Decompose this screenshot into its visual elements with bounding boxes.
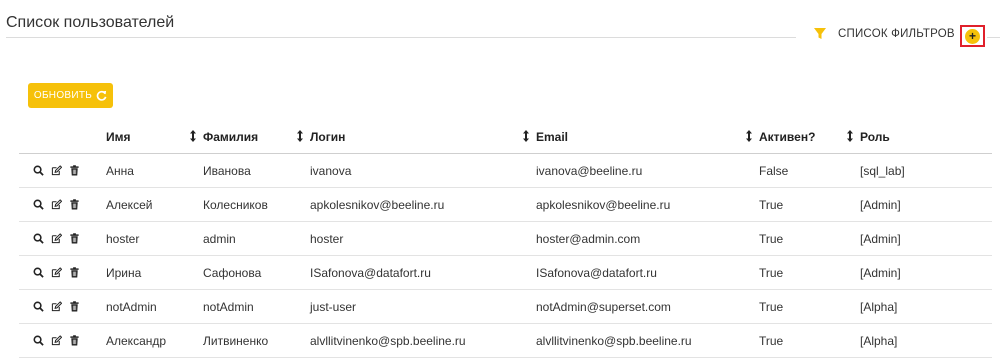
cell-last-name: admin [203,221,310,256]
view-icon[interactable] [29,233,47,244]
cell-login: apkolesnikov@beeline.ru [310,187,536,222]
delete-icon[interactable] [65,301,83,312]
cell-first-name: Ирина [106,255,203,290]
delete-icon[interactable] [65,267,83,278]
plus-icon: + [965,28,980,44]
cell-active: False [759,153,860,188]
delete-icon[interactable] [65,335,83,346]
cell-active: True [759,255,860,290]
cell-role: [Alpha] [860,289,992,324]
table-row: Александр Литвиненко alvllitvinenko@spb.be… [19,323,992,358]
cell-email: ISafonova@datafort.ru [536,255,759,290]
table-row: notAdmin notAdmin just-user notAdmin@supers… [19,289,992,324]
cell-first-name: hoster [106,221,203,256]
cell-last-name: Колесников [203,187,310,222]
cell-role: [sql_lab] [860,153,992,188]
column-header-role: Роль [860,120,992,154]
sort-icon[interactable] [296,130,304,142]
filter-list-button[interactable]: СПИСОК ФИЛЬТРОВ [814,28,955,40]
table-row: Ирина Сафонова ISafonova@datafort.ru ISafon… [19,255,992,290]
cell-role: [Admin] [860,255,992,290]
cell-role: [Alpha] [860,323,992,358]
delete-icon[interactable] [65,199,83,210]
cell-active: True [759,187,860,222]
cell-email: apkolesnikov@beeline.ru [536,187,759,222]
cell-role: [Admin] [860,221,992,256]
users-table: Имя Фамилия Логин Email Активен? Роль Ан… [19,120,992,358]
delete-icon[interactable] [65,233,83,244]
sort-icon[interactable] [846,130,854,142]
view-icon[interactable] [29,199,47,210]
column-header-label: Email [536,129,569,144]
table-header-row: Имя Фамилия Логин Email Активен? Роль [19,120,992,154]
cell-login: hoster [310,221,536,256]
delete-icon[interactable] [65,165,83,176]
table-row: Анна Иванова ivanova ivanova@beeline.ru Fals… [19,153,992,188]
cell-active: True [759,221,860,256]
row-actions [19,289,106,324]
refresh-icon [96,90,107,101]
table-row: Алексей Колесников apkolesnikov@beeline.ru… [19,187,992,222]
cell-last-name: Сафонова [203,255,310,290]
cell-first-name: Александр [106,323,203,358]
view-icon[interactable] [29,165,47,176]
edit-icon[interactable] [47,301,65,312]
column-header-label: Фамилия [203,129,259,144]
row-actions [19,255,106,290]
sort-icon[interactable] [522,130,530,142]
cell-login: just-user [310,289,536,324]
filter-list-label: СПИСОК ФИЛЬТРОВ [838,28,955,40]
cell-last-name: notAdmin [203,289,310,324]
cell-role: [Admin] [860,187,992,222]
edit-icon[interactable] [47,199,65,210]
cell-email: ivanova@beeline.ru [536,153,759,188]
edit-icon[interactable] [47,267,65,278]
table-row: hoster admin hoster hoster@admin.com True [Ad… [19,221,992,256]
cell-email: notAdmin@superset.com [536,289,759,324]
header-divider-right [987,37,1000,38]
cell-login: ivanova [310,153,536,188]
actions-header [19,120,106,154]
filter-icon [814,28,826,39]
edit-icon[interactable] [47,233,65,244]
cell-first-name: notAdmin [106,289,203,324]
row-actions [19,187,106,222]
column-header-email[interactable]: Email [536,120,759,154]
column-header-label: Роль [860,129,890,144]
view-icon[interactable] [29,267,47,278]
cell-last-name: Литвиненко [203,323,310,358]
view-icon[interactable] [29,301,47,312]
column-header-label: Имя [106,129,131,144]
cell-login: alvllitvinenko@spb.beeline.ru [310,323,536,358]
cell-login: ISafonova@datafort.ru [310,255,536,290]
cell-last-name: Иванова [203,153,310,188]
row-actions [19,221,106,256]
refresh-label: ОБНОВИТЬ [33,90,93,101]
cell-email: alvllitvinenko@spb.beeline.ru [536,323,759,358]
cell-active: True [759,323,860,358]
cell-active: True [759,289,860,324]
refresh-button[interactable]: ОБНОВИТЬ [28,83,113,108]
page-title: Список пользователей [6,14,175,31]
column-header-last-name[interactable]: Фамилия [203,120,310,154]
cell-first-name: Анна [106,153,203,188]
sort-icon[interactable] [189,130,197,142]
title-divider [6,37,796,38]
edit-icon[interactable] [47,165,65,176]
column-header-first-name[interactable]: Имя [106,120,203,154]
view-icon[interactable] [29,335,47,346]
cell-email: hoster@admin.com [536,221,759,256]
column-header-label: Активен? [759,129,816,144]
column-header-label: Логин [310,129,346,144]
edit-icon[interactable] [47,335,65,346]
column-header-active[interactable]: Активен? [759,120,860,154]
sort-icon[interactable] [745,130,753,142]
cell-first-name: Алексей [106,187,203,222]
row-actions [19,323,106,358]
row-actions [19,153,106,188]
add-filter-button[interactable]: + [960,25,985,47]
column-header-login[interactable]: Логин [310,120,536,154]
